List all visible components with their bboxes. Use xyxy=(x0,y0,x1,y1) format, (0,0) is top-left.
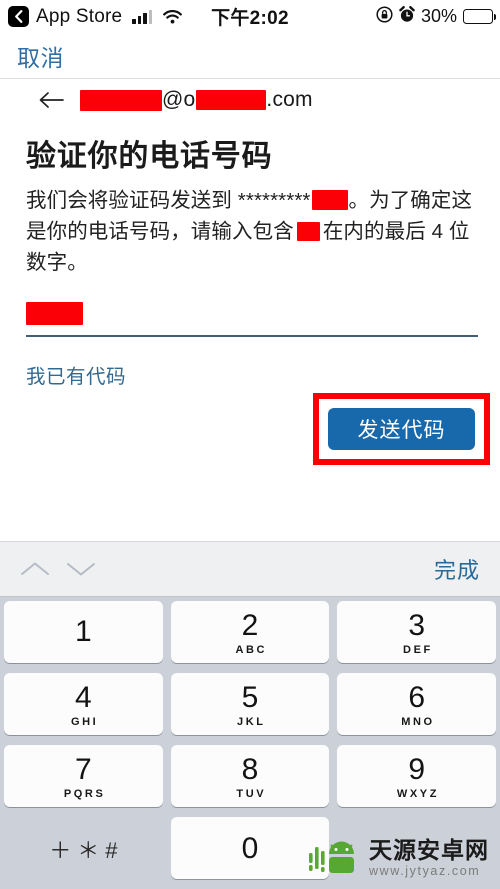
key-0[interactable]: 0 xyxy=(170,817,330,879)
redaction-block xyxy=(196,90,267,110)
key-number: 6 xyxy=(408,680,425,714)
key-4[interactable]: 4 GHI xyxy=(4,673,163,735)
redaction-block xyxy=(311,190,348,210)
navbar-divider xyxy=(0,78,500,79)
cancel-button[interactable]: 取消 xyxy=(17,39,64,73)
redaction-block xyxy=(26,301,83,325)
key-letters: TUV xyxy=(236,787,267,800)
status-bar: App Store 下午2:02 30% xyxy=(0,0,500,33)
key-number: 5 xyxy=(241,680,259,714)
key-number: 0 xyxy=(241,832,259,865)
key-letters: DEF xyxy=(403,643,433,656)
arrow-left-icon[interactable] xyxy=(38,91,64,109)
send-code-button[interactable]: 发送代码 xyxy=(328,408,475,450)
navigation-bar: 取消 xyxy=(0,33,500,78)
key-9[interactable]: 9 WXYZ xyxy=(337,745,496,807)
key-1[interactable]: 1 xyxy=(4,601,163,663)
key-8[interactable]: 8 TUV xyxy=(170,745,330,807)
key-number: 7 xyxy=(74,752,92,786)
keyboard-done-button[interactable]: 完成 xyxy=(434,553,480,585)
description-part-1: 我们会将验证码发送到 ********* xyxy=(26,189,311,212)
key-7[interactable]: 7 PQRS xyxy=(4,745,163,807)
key-2[interactable]: 2 ABC xyxy=(170,601,330,663)
input-underline xyxy=(26,335,478,337)
phone-screen: App Store 下午2:02 30% 取消 @ o .com 验证你的电话号… xyxy=(0,0,500,889)
account-email-label: @ o .com xyxy=(80,88,313,112)
key-symbols[interactable]: ＋＊# xyxy=(4,817,163,879)
site-watermark: 天源安卓网 www.jytyaz.com xyxy=(308,838,489,878)
watermark-site-name: 天源安卓网 xyxy=(369,836,489,863)
key-number: 4 xyxy=(74,680,92,714)
account-email-row: @ o .com xyxy=(0,82,500,118)
email-tld: .com xyxy=(266,88,313,111)
key-6[interactable]: 6 MNO xyxy=(337,673,496,735)
key-letters: MNO xyxy=(401,715,435,728)
email-at-symbol: @ xyxy=(162,88,184,111)
key-5[interactable]: 5 JKL xyxy=(170,673,330,735)
phone-last4-input[interactable] xyxy=(26,298,478,328)
key-3[interactable]: 3 DEF xyxy=(337,601,496,663)
key-letters: PQRS xyxy=(63,787,106,800)
phone-last4-field-wrap[interactable] xyxy=(26,298,478,337)
key-number: 1 xyxy=(74,614,92,648)
watermark-url: www.jytyaz.com xyxy=(369,863,481,878)
page-description: 我们会将验证码发送到 ********* 。为了确定这是你的电话号码，请输入包含在… xyxy=(26,185,478,278)
key-letters: ABC xyxy=(235,643,268,656)
key-letters: JKL xyxy=(236,715,266,728)
chevron-up-icon[interactable] xyxy=(12,546,58,592)
key-number: 3 xyxy=(408,608,425,642)
watermark-text: 天源安卓网 www.jytyaz.com xyxy=(369,836,489,878)
battery-icon xyxy=(463,9,497,24)
keyboard-toolbar: 完成 xyxy=(0,541,500,597)
page-title: 验证你的电话号码 xyxy=(26,140,273,173)
have-code-link[interactable]: 我已有代码 xyxy=(26,360,126,389)
key-letters: WXYZ xyxy=(396,787,440,800)
redaction-block xyxy=(80,89,162,111)
email-domain-first-char: o xyxy=(183,88,196,111)
key-number: 9 xyxy=(408,752,425,786)
redaction-block xyxy=(296,222,320,241)
key-letters: GHI xyxy=(70,715,99,728)
chevron-down-icon[interactable] xyxy=(58,546,104,592)
key-number: 8 xyxy=(241,752,259,786)
status-bar-clock: 下午2:02 xyxy=(211,8,289,29)
android-robot-logo-icon xyxy=(308,838,362,878)
key-number: 2 xyxy=(241,608,259,642)
